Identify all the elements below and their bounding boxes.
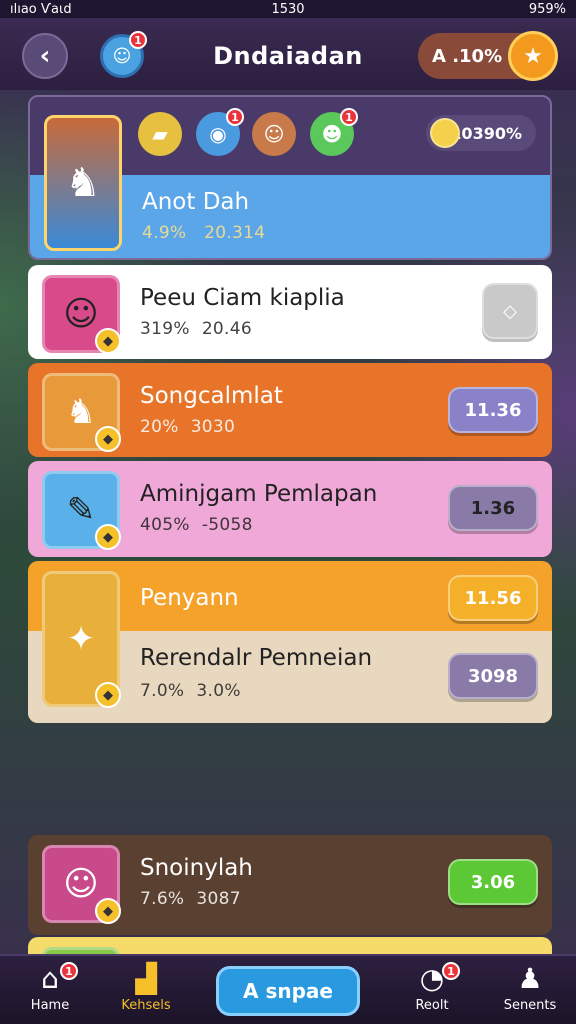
stat-score: 3.0% bbox=[196, 681, 241, 701]
notification-dot: 1 bbox=[340, 108, 358, 126]
nav-center-label: A snpae bbox=[243, 979, 333, 1003]
currency-value: A .10% bbox=[432, 45, 503, 67]
player-stats: 4.9% 20.314 bbox=[142, 223, 265, 243]
notification-dot: 1 bbox=[442, 962, 460, 980]
trophy-icon: ★ bbox=[508, 31, 558, 81]
player-avatar-icon: ✎ ◆ bbox=[42, 471, 121, 550]
ranking-row[interactable]: ✎ ◆ Aminjgam Pemlapan 405% -5058 1.36 bbox=[28, 461, 552, 557]
player-avatar-icon: ♞ ◆ bbox=[42, 373, 121, 452]
player-name: Penyann bbox=[140, 585, 239, 611]
hero-face-icon: ☺ bbox=[252, 112, 296, 156]
player-stats: 7.0% 3.0% bbox=[140, 681, 241, 701]
header: ‹ ☺ 1 Dndaiadan A .10% ★ bbox=[0, 22, 576, 90]
notification-dot: 1 bbox=[60, 962, 78, 980]
carrier-label: ılıao Ѵaιd bbox=[10, 1, 72, 17]
player-stats: 405% -5058 bbox=[140, 515, 253, 535]
robot-icon: ◉ 1 bbox=[196, 108, 244, 156]
stat-percent: 7.6% bbox=[140, 889, 185, 909]
nav-home-label: Hame bbox=[30, 998, 70, 1013]
ranking-row[interactable]: ☺ ◆ Snoinylah 7.6% 3087 3.06 bbox=[28, 835, 552, 935]
rank-badge-icon: ◆ bbox=[95, 426, 121, 452]
player-name: Peeu Ciam kiaplia bbox=[140, 285, 345, 311]
nav-second-label: Kehsels bbox=[121, 998, 171, 1013]
home-icon: ⌂ bbox=[41, 962, 59, 995]
person-icon: ♟ bbox=[517, 962, 543, 995]
coin-icon bbox=[430, 118, 460, 148]
nav-fourth[interactable]: ◔ Reolt 1 bbox=[392, 962, 472, 1013]
player-name: Rerendalr Pemneian bbox=[140, 645, 373, 671]
ranking-row[interactable]: ✦ ◆ Penyann 11.56 Rerendalr Pemneian 7.0% 3.0%… bbox=[28, 561, 552, 723]
stat-score: 3087 bbox=[196, 889, 241, 909]
boot-icon: ▟ bbox=[135, 962, 157, 995]
leaderboard-list: ♞ ▰ ◉ 1 ☺ ☻ 1 10390% Anot Dah 4.9% 20.31… bbox=[28, 95, 552, 955]
featured-player-card[interactable]: ♞ ▰ ◉ 1 ☺ ☻ 1 10390% Anot Dah 4.9% 20.31… bbox=[28, 95, 552, 260]
stat-percent: 405% bbox=[140, 515, 190, 535]
rank-badge-icon: ◆ bbox=[95, 682, 121, 708]
stat-percent: 4.9% bbox=[142, 223, 187, 243]
friend-face-icon: ☻ 1 bbox=[310, 108, 358, 156]
player-avatar-icon: ✦ ◆ bbox=[42, 571, 121, 708]
diamond-action-icon[interactable]: ◇ bbox=[482, 283, 538, 339]
stat-score: 3030 bbox=[190, 417, 236, 437]
player-name: Songcalmlat bbox=[140, 383, 283, 409]
nav-home[interactable]: ⌂ Hame 1 bbox=[10, 962, 90, 1013]
rank-badge-icon: ◆ bbox=[95, 328, 121, 354]
player-name: Snoinylah bbox=[140, 855, 253, 881]
player-stats: 7.6% 3087 bbox=[140, 889, 241, 909]
nav-fifth[interactable]: ♟ Senents bbox=[490, 962, 570, 1013]
ranking-row[interactable]: ♞ ◆ Songcalmlat 20% 3030 11.36 bbox=[28, 363, 552, 457]
stat-score: -5058 bbox=[201, 515, 253, 535]
row-action-button[interactable]: 1.36 bbox=[448, 485, 538, 531]
currency-pill[interactable]: A .10% ★ bbox=[418, 31, 558, 81]
player-avatar-icon: ☺ ◆ bbox=[42, 275, 121, 354]
player-stats: 319% 20.46 bbox=[140, 319, 252, 339]
ranking-row[interactable]: ☻◆Peringkat Peumlan7.1%7.80%4.36 bbox=[28, 937, 552, 955]
row-action-button[interactable]: 3098 bbox=[448, 653, 538, 699]
stat-score: 20.46 bbox=[201, 319, 252, 339]
notification-dot: 1 bbox=[226, 108, 244, 126]
player-stats: 20% 3030 bbox=[140, 417, 235, 437]
stat-score: 20.314 bbox=[204, 223, 266, 243]
hero-portrait-icon: ♞ bbox=[44, 115, 122, 251]
player-avatar-icon: ☺ ◆ bbox=[42, 845, 121, 924]
player-name: Aminjgam Pemlapan bbox=[140, 481, 378, 507]
battery-label: 959% bbox=[528, 1, 566, 17]
clock: 1530 bbox=[271, 1, 305, 17]
coin-value: 10390% bbox=[450, 123, 522, 143]
stat-percent: 7.0% bbox=[140, 681, 185, 701]
player-name: Anot Dah bbox=[142, 189, 250, 215]
nav-fourth-label: Reolt bbox=[415, 998, 449, 1013]
stat-percent: 20% bbox=[140, 417, 179, 437]
row-action-button[interactable]: 3.06 bbox=[448, 859, 538, 905]
ranking-row[interactable]: ☺ ◆ Peeu Ciam kiaplia 319% 20.46 ◇ bbox=[28, 265, 552, 359]
nav-second[interactable]: ▟ Kehsels bbox=[106, 962, 186, 1013]
coin-balance[interactable]: 10390% bbox=[426, 115, 536, 151]
status-bar: ılıao Ѵaιd 1530 959% bbox=[0, 0, 576, 18]
nav-center-button[interactable]: A snpae bbox=[216, 966, 360, 1016]
rank-badge-icon: ◆ bbox=[95, 898, 121, 924]
gold-bar-icon: ▰ bbox=[138, 112, 182, 156]
bottom-nav: ⌂ Hame 1 ▟ Kehsels A snpae ◔ Reolt 1 ♟ S… bbox=[0, 954, 576, 1024]
rank-badge-icon: ◆ bbox=[95, 524, 121, 550]
nav-fifth-label: Senents bbox=[503, 998, 557, 1013]
row-action-button[interactable]: 11.36 bbox=[448, 387, 538, 433]
helmet-icon: ◔ bbox=[419, 962, 445, 995]
stat-percent: 319% bbox=[140, 319, 190, 339]
row-action-button[interactable]: 11.56 bbox=[448, 575, 538, 621]
